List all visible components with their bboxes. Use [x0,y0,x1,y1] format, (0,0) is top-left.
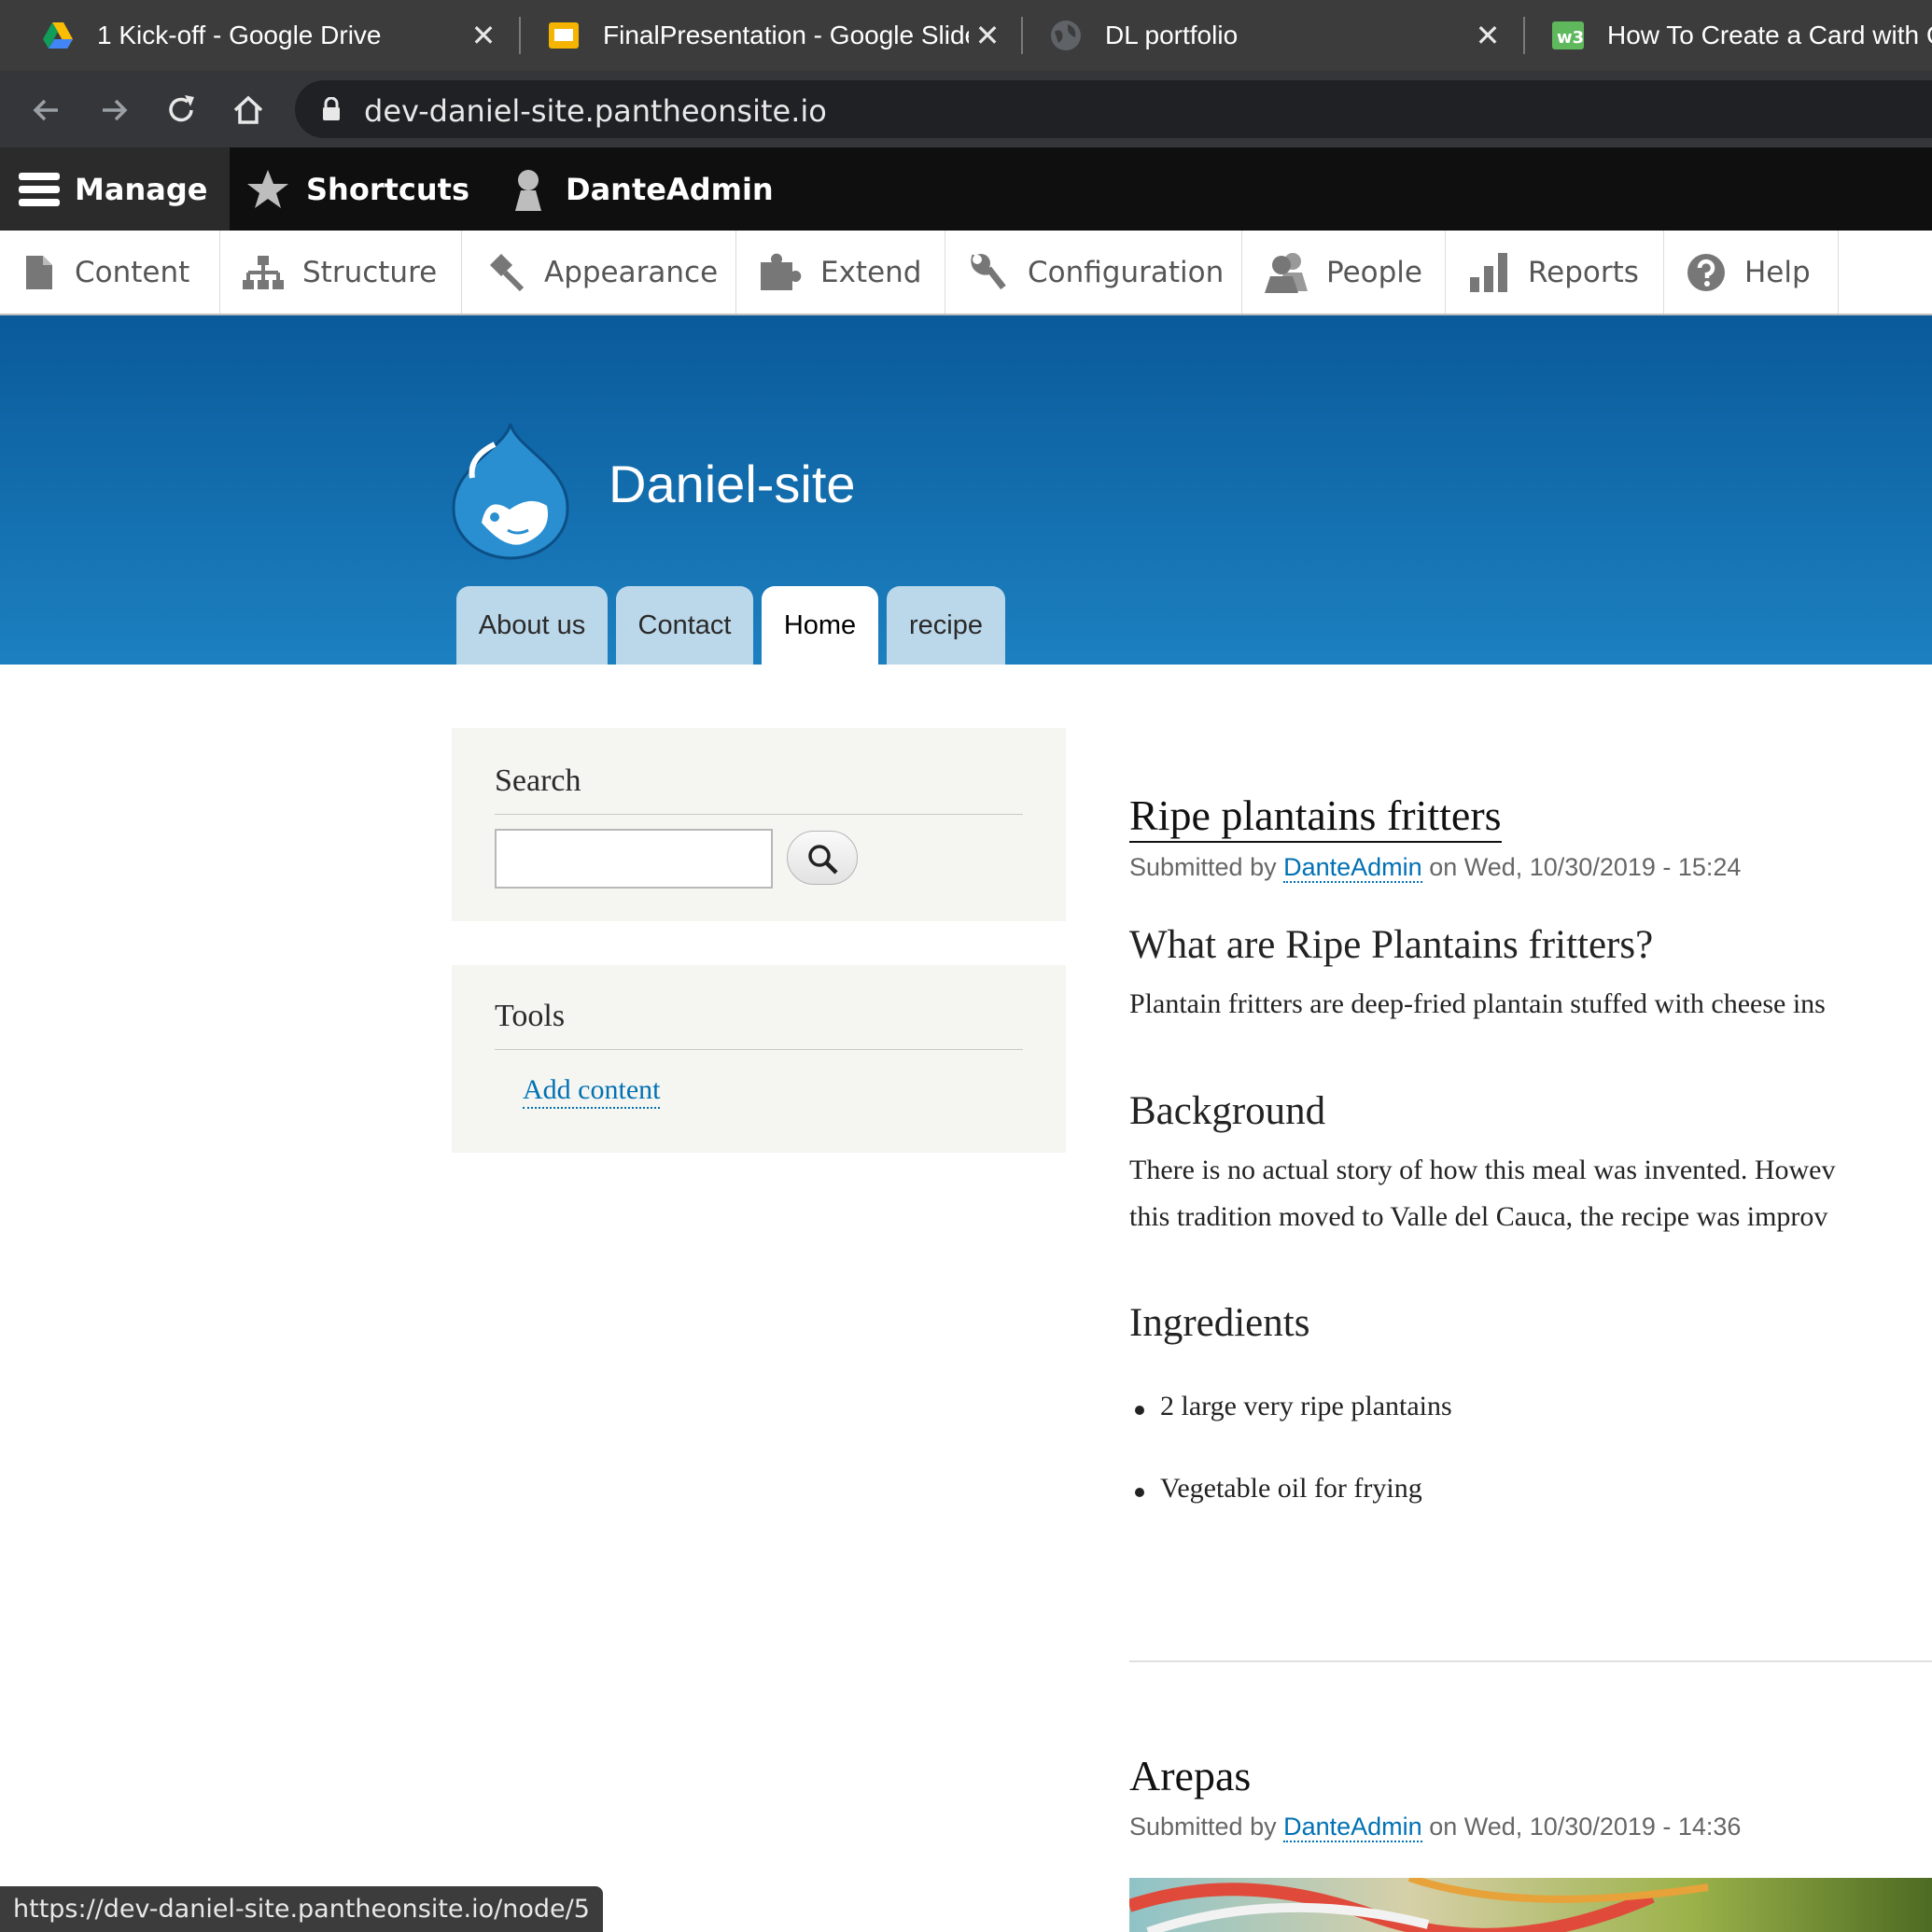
browser-toolbar: dev-daniel-site.pantheonsite.io [0,71,1932,147]
article-title-link[interactable]: Ripe plantains fritters [1129,790,1502,844]
tray-item-content[interactable]: Content [0,231,220,314]
svg-text:w3: w3 [1557,28,1584,48]
browser-tab-title: DL portfolio [1105,21,1239,49]
tray-item-reports[interactable]: Reports [1446,231,1664,314]
article-image[interactable] [1129,1878,1932,1932]
article-meta: Submitted by DanteAdmin on Wed, 10/30/20… [1129,1813,1742,1842]
help-icon [1687,253,1725,291]
section-heading: Background [1129,1089,1326,1133]
author-link[interactable]: DanteAdmin [1283,1813,1422,1842]
article-title-link[interactable]: Arepas [1129,1751,1251,1800]
site-header: Daniel-site About us Contact Home recipe [0,315,1932,665]
tray-item-label: Appearance [544,255,719,289]
close-icon[interactable]: ✕ [465,18,502,53]
file-icon [26,255,52,289]
meta-date: on Wed, 10/30/2019 - 14:36 [1421,1813,1742,1841]
list-bullet [1135,1488,1144,1497]
browser-tab[interactable]: w3 How To Create a Card with CSS [1510,0,1932,71]
home-icon[interactable] [228,90,269,131]
search-block-title: Search [495,728,1023,815]
bar-chart-icon [1470,252,1507,292]
url-text: dev-daniel-site.pantheonsite.io [364,93,827,129]
meta-date: on Wed, 10/30/2019 - 15:24 [1421,853,1742,881]
search-input[interactable] [495,829,773,889]
globe-icon [1051,21,1081,50]
body-text: There is no actual story of how this mea… [1129,1155,1836,1185]
tab-contact[interactable]: Contact [616,586,753,665]
article-meta: Submitted by DanteAdmin on Wed, 10/30/20… [1129,853,1742,883]
google-drive-icon [43,22,73,49]
site-name[interactable]: Daniel-site [609,454,856,514]
manage-button[interactable]: Manage [0,147,230,231]
browser-tab[interactable]: 1 Kick-off - Google Drive ✕ [0,0,519,71]
tools-block: Tools Add content [452,965,1066,1153]
browser-tab[interactable]: DL portfolio ✕ [1008,0,1523,71]
close-icon[interactable]: ✕ [1469,18,1506,53]
w3schools-icon: w3 [1552,21,1584,49]
manage-label: Manage [75,171,208,207]
drupal-logo[interactable] [450,420,571,560]
admin-toolbar: Manage Shortcuts DanteAdmin [0,147,1932,231]
tray-item-label: Content [75,255,190,289]
tab-about-us[interactable]: About us [456,586,608,665]
body-text: this tradition moved to Valle del Cauca,… [1129,1201,1828,1232]
puzzle-piece-icon [761,253,802,290]
user-button[interactable]: DanteAdmin [508,147,774,231]
sitemap-icon [243,255,284,289]
close-icon[interactable]: ✕ [969,18,1006,53]
shortcuts-button[interactable]: Shortcuts [246,147,469,231]
tray-item-label: Structure [302,255,438,289]
star-icon [247,169,288,208]
people-icon [1265,252,1308,293]
search-block: Search [452,728,1066,921]
tray-item-people[interactable]: People [1242,231,1446,314]
tab-recipe[interactable]: recipe [887,586,1005,665]
wrench-icon [971,253,1006,289]
tray-item-label: People [1326,255,1422,289]
browser-tab-title: 1 Kick-off - Google Drive [97,21,382,49]
reload-icon[interactable] [161,90,202,131]
tray-item-help[interactable]: Help [1664,231,1839,314]
tools-block-title: Tools [495,965,1023,1050]
hamburger-menu-icon [19,172,60,206]
list-bullet [1135,1406,1144,1415]
author-link[interactable]: DanteAdmin [1283,853,1422,883]
tray-item-extend[interactable]: Extend [736,231,945,314]
tray-item-structure[interactable]: Structure [220,231,462,314]
tray-item-appearance[interactable]: Appearance [462,231,736,314]
shortcuts-label: Shortcuts [306,171,469,207]
tray-item-label: Reports [1528,255,1639,289]
article-divider [1129,1660,1932,1662]
meta-prefix: Submitted by [1129,853,1284,881]
section-heading: What are Ripe Plantains fritters? [1129,923,1654,967]
paint-brush-icon [490,253,525,291]
section-heading: Ingredients [1129,1301,1310,1345]
browser-tab-title: How To Create a Card with CSS [1607,21,1932,49]
tray-item-label: Extend [820,255,922,289]
tray-item-label: Configuration [1028,255,1225,289]
user-label: DanteAdmin [566,171,774,207]
tray-item-configuration[interactable]: Configuration [945,231,1242,314]
address-bar[interactable]: dev-daniel-site.pantheonsite.io [295,80,1932,138]
add-content-link[interactable]: Add content [523,1073,661,1109]
back-icon[interactable] [26,90,67,131]
list-item: 2 large very ripe plantains [1160,1391,1452,1421]
tab-home[interactable]: Home [762,586,878,665]
list-item: Vegetable oil for frying [1160,1473,1422,1504]
arepas-photo [1129,1878,1932,1932]
user-icon [515,169,541,211]
google-slides-icon [549,22,579,49]
search-button[interactable] [787,831,858,885]
browser-tab[interactable]: FinalPresentation - Google Slides ✕ [506,0,1023,71]
browser-tab-title: FinalPresentation - Google Slides [603,21,969,49]
lock-icon [323,97,340,120]
tray-item-label: Help [1744,255,1811,289]
search-icon [808,845,838,875]
admin-tray: Content Structure Appearance Extend Conf… [0,231,1932,315]
link-status-bar: https://dev-daniel-site.pantheonsite.io/… [0,1886,603,1932]
meta-prefix: Submitted by [1129,1813,1284,1841]
browser-tab-strip: 1 Kick-off - Google Drive ✕ FinalPresent… [0,0,1932,71]
forward-icon[interactable] [93,90,134,131]
body-text: Plantain fritters are deep-fried plantai… [1129,988,1826,1019]
